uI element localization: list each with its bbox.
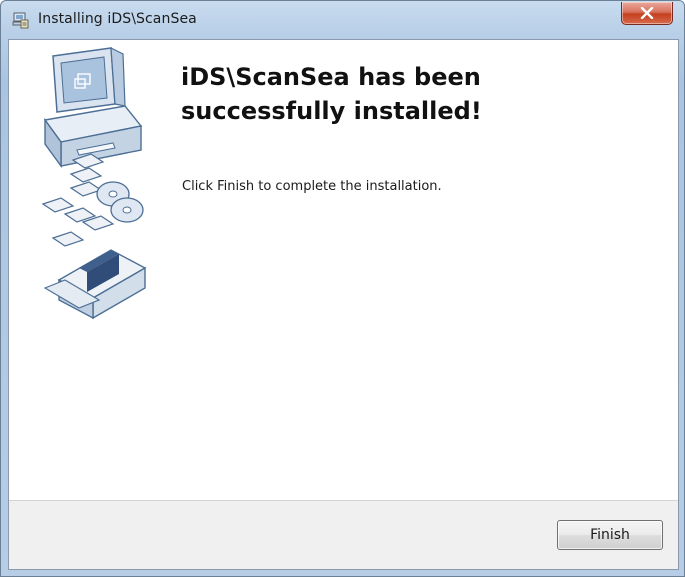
installer-window: Installing iDS\ScanSea iDS\ScanSea has b… <box>0 0 685 577</box>
title-bar[interactable]: Installing iDS\ScanSea <box>1 1 684 39</box>
button-bar: Finish <box>9 500 678 569</box>
close-button[interactable] <box>621 2 673 25</box>
computer-and-disks-illustration <box>41 46 147 320</box>
window-title: Installing iDS\ScanSea <box>38 11 197 27</box>
success-heading: iDS\ScanSea has been successfully instal… <box>181 63 482 125</box>
dialog-content: iDS\ScanSea has been successfully instal… <box>8 39 679 570</box>
installer-icon <box>12 12 29 29</box>
finish-button[interactable]: Finish <box>557 520 663 550</box>
instruction-text: Click Finish to complete the installatio… <box>182 179 442 194</box>
close-icon <box>640 7 654 19</box>
